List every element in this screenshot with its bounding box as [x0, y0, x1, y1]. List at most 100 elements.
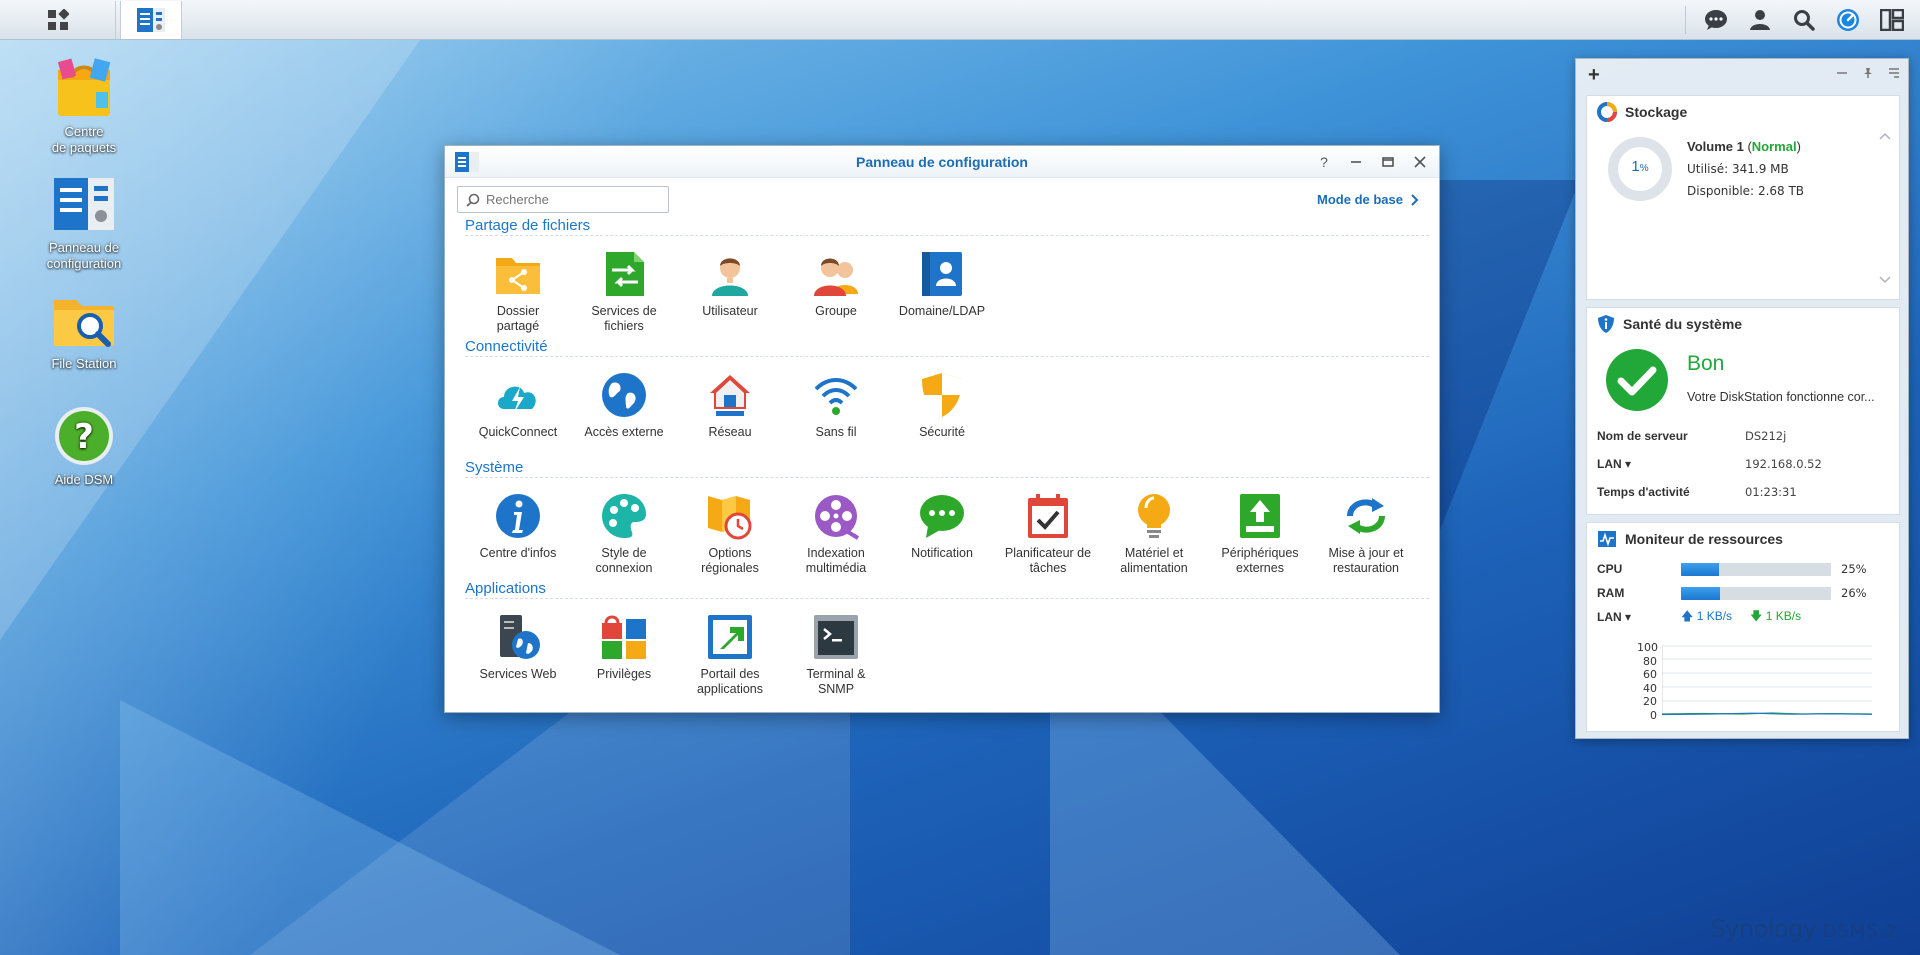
item-user[interactable]: Utilisateur — [677, 250, 783, 334]
item-security[interactable]: Sécurité — [889, 371, 995, 440]
chevron-down-icon[interactable] — [1879, 276, 1891, 284]
lan-traffic-dropdown[interactable]: LAN ▾ — [1597, 610, 1681, 624]
lan-dropdown[interactable]: LAN ▾ — [1597, 457, 1745, 471]
item-info-center[interactable]: Centre d'infos — [465, 492, 571, 576]
desktop-icon-label: File Station — [51, 356, 117, 371]
usage-percent: 1 — [1631, 158, 1640, 175]
item-external-access[interactable]: Accès externe — [571, 371, 677, 440]
widget-panel: + Stockage 1% Volume 1 (Normal) Utilisé:… — [1575, 58, 1909, 739]
film-reel-icon — [815, 495, 860, 540]
uptime-label: Temps d'activité — [1597, 485, 1690, 499]
chevron-right-icon — [1411, 193, 1419, 206]
item-label: Services Web — [479, 667, 557, 681]
available-label: Disponible: — [1687, 184, 1755, 198]
item-terminal-snmp[interactable]: Terminal & SNMP — [783, 613, 889, 697]
chart-tick: 0 — [1650, 708, 1657, 722]
chevron-up-icon[interactable] — [1879, 132, 1891, 140]
item-label: Accès externe — [584, 425, 664, 439]
brand-version: DSM5.2 — [1822, 921, 1898, 942]
list-icon[interactable] — [1888, 67, 1900, 79]
server-name-label: Nom de serveur — [1597, 429, 1688, 443]
item-label: Options — [708, 546, 752, 560]
item-notification[interactable]: Notification — [889, 492, 995, 576]
desktop-icon-dsm-help[interactable]: ? Aide DSM — [29, 404, 139, 488]
minimize-icon[interactable] — [1836, 67, 1848, 79]
monitor-icon — [1598, 531, 1616, 547]
item-label: Groupe — [815, 304, 857, 318]
lightbulb-icon — [1138, 494, 1170, 538]
terminal-icon — [814, 615, 858, 659]
item-label: Réseau — [708, 425, 752, 439]
server-name-value: DS212j — [1745, 429, 1787, 443]
search-input[interactable] — [486, 192, 656, 207]
item-label: Matériel et — [1124, 546, 1184, 560]
item-group[interactable]: Groupe — [783, 250, 889, 334]
window-titlebar[interactable]: Panneau de configuration ? — [445, 146, 1439, 178]
gauge-icon — [1837, 9, 1859, 31]
main-menu-button[interactable] — [0, 0, 116, 39]
item-quickconnect[interactable]: QuickConnect — [465, 371, 571, 440]
item-media-indexing[interactable]: Indexation multimédia — [783, 492, 889, 576]
close-button[interactable] — [1411, 153, 1429, 171]
network-traffic-chart: 100 80 60 40 20 0 — [1597, 641, 1897, 722]
health-message: Votre DiskStation fonctionne cor... — [1687, 390, 1875, 404]
dashboard-button[interactable] — [1830, 2, 1866, 38]
widgets-button[interactable] — [1874, 2, 1910, 38]
item-label: Dossier — [496, 304, 540, 318]
item-label: fichiers — [604, 319, 644, 333]
user-button[interactable] — [1742, 2, 1778, 38]
item-regional-options[interactable]: Options régionales — [677, 492, 783, 576]
upload-rate: 🡅 1 KB/s — [1681, 607, 1732, 628]
item-external-devices[interactable]: Périphériques externes — [1207, 492, 1313, 576]
item-network[interactable]: Réseau — [677, 371, 783, 440]
control-panel-window: Panneau de configuration ? Mode de base — [444, 145, 1440, 713]
item-update-restore[interactable]: Mise à jour et restauration — [1313, 492, 1419, 576]
add-widget-button[interactable]: + — [1588, 64, 1600, 87]
item-label: tâches — [1029, 561, 1067, 575]
help-button[interactable]: ? — [1315, 153, 1333, 171]
chat-button[interactable] — [1698, 2, 1734, 38]
item-application-portal[interactable]: Portail des applications — [677, 613, 783, 697]
item-privileges[interactable]: Privilèges — [571, 613, 677, 697]
item-file-services[interactable]: Services de fichiers — [571, 250, 677, 334]
group-icon — [814, 258, 858, 296]
chat-icon — [1705, 10, 1727, 30]
web-server-icon — [500, 615, 540, 659]
storage-usage-gauge: 1% — [1607, 136, 1673, 202]
widget-title: Santé du système — [1623, 316, 1743, 332]
item-wireless[interactable]: Sans fil — [783, 371, 889, 440]
volume-status: Normal — [1751, 139, 1797, 154]
desktop-icon-package-center[interactable]: Centre de paquets — [29, 56, 139, 156]
shield-icon — [922, 373, 962, 417]
desktop-icon-control-panel[interactable]: Panneau de configuration — [29, 172, 139, 272]
desktop-icon-file-station[interactable]: File Station — [29, 288, 139, 372]
item-login-style[interactable]: Style de connexion — [571, 492, 677, 576]
maximize-button[interactable] — [1379, 153, 1397, 171]
minimize-button[interactable] — [1347, 153, 1365, 171]
search-button[interactable] — [1786, 2, 1822, 38]
item-web-services[interactable]: Services Web — [465, 613, 571, 697]
svg-text:?: ? — [74, 417, 94, 457]
item-label: QuickConnect — [478, 425, 558, 439]
health-status: Bon — [1687, 352, 1725, 375]
taskbar-separator — [1685, 6, 1686, 34]
upload-rate-value: 1 KB/s — [1696, 608, 1733, 623]
item-label: Centre d'infos — [479, 546, 557, 560]
widget-title: Moniteur de ressources — [1625, 531, 1783, 547]
item-label: Périphériques — [1221, 546, 1299, 560]
item-shared-folder[interactable]: Dossier partagé — [465, 250, 571, 334]
pin-icon[interactable] — [1862, 67, 1874, 79]
item-domain-ldap[interactable]: Domaine/LDAP — [889, 250, 995, 334]
user-icon — [712, 258, 748, 296]
item-hardware-power[interactable]: Matériel et alimentation — [1101, 492, 1207, 576]
item-label: régionales — [701, 561, 759, 575]
caret-down-icon: ▾ — [1625, 457, 1632, 471]
taskbar-app-control-panel[interactable] — [120, 0, 182, 39]
item-label: Portail des — [700, 667, 760, 681]
wifi-icon — [814, 378, 858, 415]
basic-mode-link[interactable]: Mode de base — [1317, 192, 1419, 207]
section-file-sharing: Partage de fichiers Dossier partagé Serv… — [465, 216, 1429, 334]
user-icon — [1750, 10, 1770, 30]
search-field[interactable] — [457, 186, 669, 213]
item-task-scheduler[interactable]: Planificateur de tâches — [995, 492, 1101, 576]
